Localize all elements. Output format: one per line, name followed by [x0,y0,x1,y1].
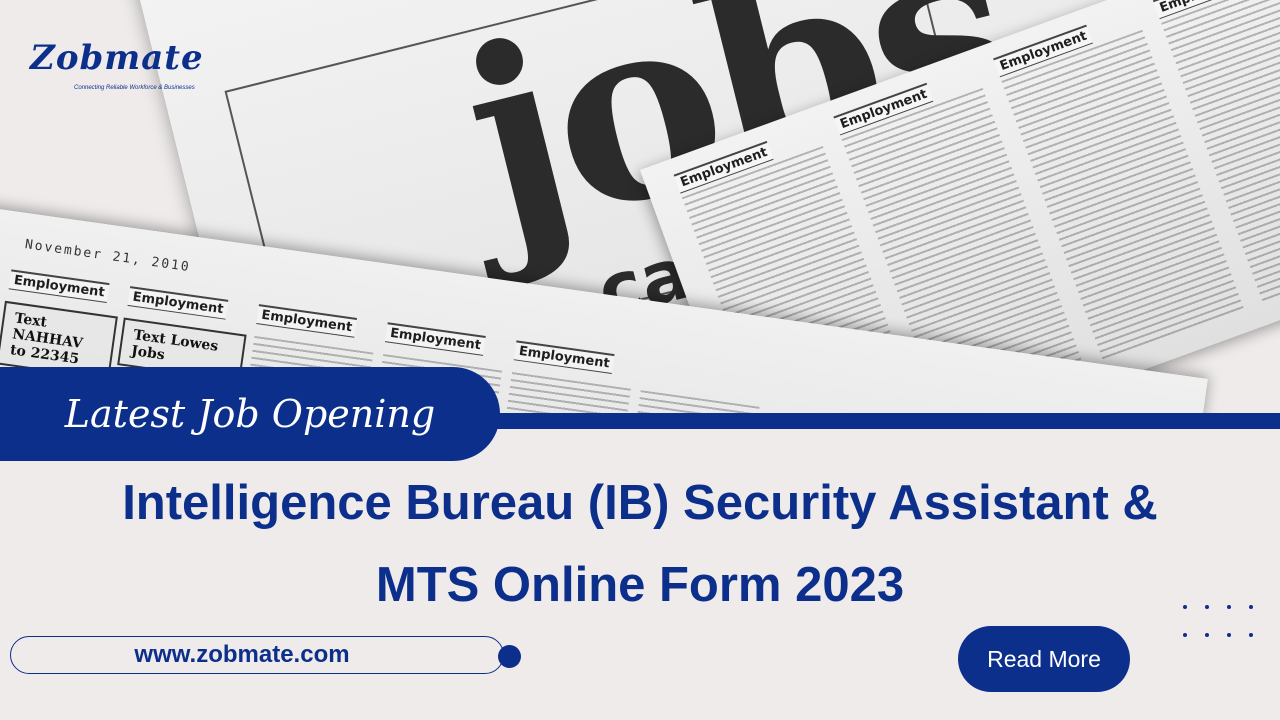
banner-canvas: jobs careers Employment Employment Emplo… [0,0,1280,720]
website-url: www.zobmate.com [134,641,350,668]
website-link[interactable]: www.zobmate.com [10,636,504,674]
logo-tagline: Connecting Reliable Workforce & Business… [74,85,195,91]
headline-line-1: Intelligence Bureau (IB) Security Assist… [122,476,1158,530]
section-heading: Employment [8,269,110,304]
url-dot-icon [498,645,521,668]
headline-line-2: MTS Online Form 2023 [375,558,905,612]
newspaper-date: November 21, 2010 [23,237,192,276]
dot-grid-decoration [1183,605,1273,645]
read-more-button[interactable]: Read More [958,626,1130,692]
section-heading: Employment [384,322,487,356]
section-heading: Employment [256,304,358,338]
section-heading: Employment [127,286,229,320]
job-title-headline: Intelligence Bureau (IB) Security Assist… [0,462,1280,626]
label-text: Latest Job Opening [64,392,436,436]
latest-job-opening-label: Latest Job Opening [0,367,500,461]
section-heading: Employment [513,340,615,375]
logo-wordmark: Zobmate [30,38,204,78]
zobmate-logo[interactable]: Zobmate Connecting Reliable Workforce & … [30,38,203,98]
